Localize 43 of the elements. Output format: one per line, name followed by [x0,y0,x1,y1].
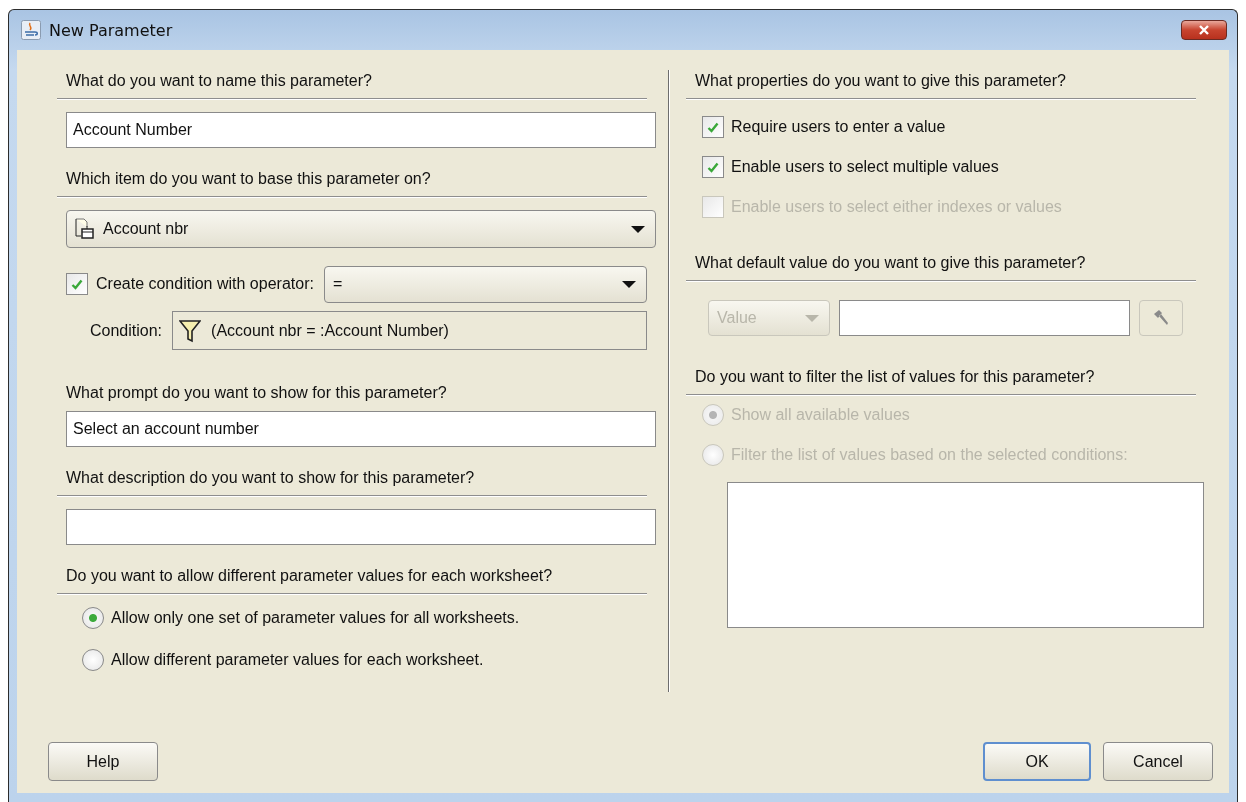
default-value-field[interactable] [839,300,1130,336]
checkbox[interactable] [702,156,724,178]
section-heading: Do you want to filter the list of values for this parameter? [694,367,1096,387]
section-heading: What description do you want to show for this parameter? [65,468,476,488]
close-button[interactable] [1181,20,1227,40]
checkbox-label: Require users to enter a value [731,118,946,136]
checkbox[interactable] [66,273,88,295]
radio-label: Allow only one set of parameter values for all worksheets. [111,609,520,627]
condition-label: Condition: [90,321,163,340]
radio-button[interactable] [82,649,104,671]
flashlight-button[interactable] [1139,300,1183,336]
section-heading: Which item do you want to base this parameter on? [65,169,432,189]
checkmark-icon [707,161,719,173]
dialog-button[interactable]: Cancel [1103,742,1213,781]
checkmark-icon [707,121,719,133]
dialog-button[interactable]: Help [48,742,158,781]
section-heading: What prompt do you want to show for this parameter? [65,383,448,403]
checkbox-label: Enable users to select multiple values [731,158,999,176]
caret-icon [622,280,636,288]
checkbox-label: Create condition with operator: [96,275,314,293]
close-icon [1198,25,1210,35]
section-heading: Do you want to allow different parameter values for each worksheet? [65,566,554,586]
checkmark-icon [71,278,83,290]
name-field[interactable]: Account Number [66,112,656,148]
description-field[interactable] [66,509,656,545]
operator-dropdown[interactable]: = [323,265,647,303]
item-icon [75,218,95,240]
item-dropdown[interactable]: Account nbr [66,210,656,248]
caret-icon [805,314,819,322]
window-title: New Parameter [49,20,173,40]
caret-icon [631,225,645,233]
condition-field: (Account nbr = :Account Number) [172,311,647,350]
prompt-field[interactable]: Select an account number [66,411,656,447]
java-cup-icon [21,20,41,40]
checkbox[interactable] [702,116,724,138]
funnel-icon [179,318,202,343]
radio-button[interactable] [82,607,104,629]
section-heading: What properties do you want to give this parameter? [694,71,1067,91]
radio-label: Allow different parameter values for each worksheet. [111,651,484,669]
flashlight-icon [1152,309,1170,327]
section-heading: What do you want to name this parameter? [65,71,373,91]
section-heading: What default value do you want to give this parameter? [694,253,1087,273]
dialog-button[interactable]: OK [983,742,1091,781]
